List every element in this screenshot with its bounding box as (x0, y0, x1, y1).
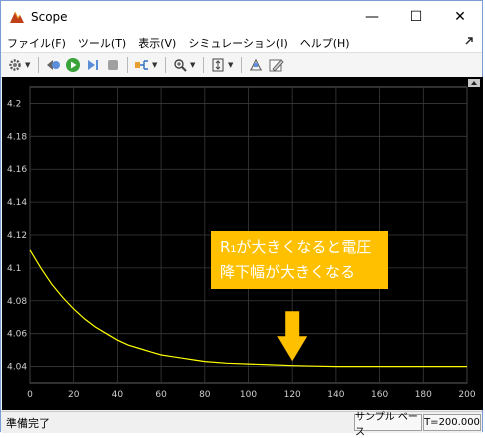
x-tick-label: 20 (68, 390, 80, 400)
annotation-line-2: 降下幅が大きくなる (220, 263, 356, 281)
run-icon[interactable] (64, 56, 82, 74)
x-tick-label: 100 (240, 390, 257, 400)
scope-app-icon (9, 9, 25, 25)
y-tick-label: 4.18 (7, 132, 27, 142)
toolbar-separator (203, 57, 204, 73)
y-tick-label: 4.06 (7, 330, 27, 340)
toolbar: ▼ ▼ ▼ ▼ (1, 52, 482, 78)
x-tick-label: 140 (327, 390, 344, 400)
gear-icon[interactable] (6, 56, 24, 74)
x-tick-label: 200 (458, 390, 475, 400)
menu-tools[interactable]: ツール(T) (72, 35, 132, 51)
status-ready-text: 準備完了 (6, 417, 50, 430)
highlight-icon[interactable] (133, 56, 151, 74)
x-tick-label: 40 (112, 390, 124, 400)
toolbar-separator (241, 57, 242, 73)
menu-bar: ファイル(F) ツール(T) 表示(V) シミュレーション(I) ヘルプ(H) (1, 33, 482, 52)
toolbar-separator (38, 57, 39, 73)
cursor-icon[interactable] (247, 56, 265, 74)
step-forward-icon[interactable] (84, 56, 102, 74)
annotation-line-1: R₁が大きくなると電圧 (220, 238, 372, 256)
scope-window: Scope — ☐ ✕ ファイル(F) ツール(T) 表示(V) シミュレーショ… (0, 0, 483, 438)
edit-icon[interactable] (267, 56, 285, 74)
status-bar: 準備完了 サンプル ベース T=200.000 (1, 411, 482, 438)
sim-time-indicator: T=200.000 (423, 414, 481, 431)
x-tick-label: 80 (199, 390, 211, 400)
maximize-button[interactable]: ☐ (394, 1, 438, 33)
x-tick-label: 160 (371, 390, 388, 400)
title-bar: Scope — ☐ ✕ (1, 1, 482, 33)
highlight-dropdown-icon[interactable]: ▼ (152, 61, 159, 69)
gear-dropdown-icon[interactable]: ▼ (25, 61, 32, 69)
menu-view[interactable]: 表示(V) (132, 35, 182, 51)
y-tick-label: 4.1 (7, 264, 21, 274)
toolbar-separator (127, 57, 128, 73)
annotation-callout: R₁が大きくなると電圧 降下幅が大きくなる (211, 231, 388, 289)
down-arrow-icon (277, 311, 308, 362)
close-button[interactable]: ✕ (438, 1, 482, 33)
y-tick-label: 4.04 (7, 363, 27, 373)
y-tick-label: 4.12 (7, 231, 27, 241)
y-tick-label: 4.14 (7, 198, 27, 208)
step-back-icon[interactable] (44, 56, 62, 74)
x-tick-label: 0 (27, 390, 33, 400)
stop-icon[interactable] (104, 56, 122, 74)
zoom-icon[interactable] (171, 56, 189, 74)
y-tick-label: 4.2 (7, 99, 21, 109)
menu-help[interactable]: ヘルプ(H) (294, 35, 356, 51)
sample-mode-indicator: サンプル ベース (354, 412, 422, 438)
dock-icon[interactable] (464, 36, 474, 49)
zoom-dropdown-icon[interactable]: ▼ (190, 61, 197, 69)
plot-corner-icon[interactable] (468, 79, 480, 87)
x-tick-label: 120 (284, 390, 301, 400)
fit-icon[interactable] (209, 56, 227, 74)
y-tick-label: 4.08 (7, 297, 27, 307)
fit-dropdown-icon[interactable]: ▼ (228, 61, 235, 69)
toolbar-separator (165, 57, 166, 73)
minimize-button[interactable]: — (350, 1, 394, 33)
menu-simulation[interactable]: シミュレーション(I) (182, 35, 293, 51)
x-tick-label: 180 (415, 390, 432, 400)
y-tick-label: 4.16 (7, 165, 27, 175)
x-tick-label: 60 (155, 390, 167, 400)
window-title: Scope (31, 10, 68, 24)
menu-file[interactable]: ファイル(F) (1, 35, 72, 51)
